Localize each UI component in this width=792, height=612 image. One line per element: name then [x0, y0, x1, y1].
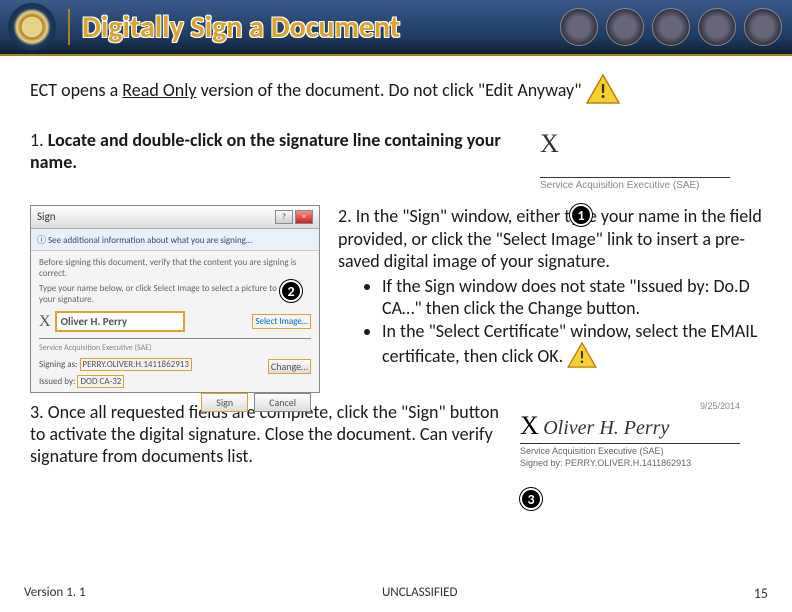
seal-icon	[698, 8, 736, 46]
callout-1: 1	[570, 204, 592, 226]
select-image-link[interactable]: Select Image…	[252, 314, 311, 329]
classification-label: UNCLASSIFIED	[382, 585, 457, 602]
intro-text: ECT opens a Read Only version of the doc…	[30, 74, 762, 109]
slide-content: ECT opens a Read Only version of the doc…	[0, 56, 792, 487]
header-divider	[68, 9, 70, 45]
signature-placeholder: X Service Acquisition Executive (SAE)	[540, 129, 730, 191]
svg-text:!: !	[579, 346, 585, 368]
warning-icon: !	[567, 342, 597, 374]
dialog-titlebar: Sign ? ×	[31, 206, 319, 229]
signature-line	[540, 177, 730, 178]
sign-button[interactable]: Sign	[201, 393, 248, 412]
cert-name: PERRY.OLIVER.H.1411862913	[80, 358, 192, 371]
seal-icon	[606, 8, 644, 46]
footer: Version 1. 1 UNCLASSIFIED 15	[0, 585, 792, 602]
branch-seals	[560, 8, 792, 46]
seal-icon	[744, 8, 782, 46]
svg-text:!: !	[599, 80, 606, 104]
change-button[interactable]: Change…	[268, 359, 311, 374]
page-title: Digitally Sign a Document	[82, 9, 400, 46]
cancel-button[interactable]: Cancel	[254, 393, 311, 412]
step-2-text: 2. In the "Sign" window, either type you…	[338, 205, 762, 393]
callout-2: 2	[280, 280, 302, 302]
dod-seal-icon	[8, 3, 56, 51]
step-2-row: Sign ? × ⓘ See additional information ab…	[30, 205, 762, 393]
step-1-row: 1. Locate and double-click on the signat…	[30, 129, 762, 191]
close-button[interactable]: ×	[295, 210, 313, 224]
signed-signature-block: 9/25/2014 X Oliver H. Perry Service Acqu…	[520, 401, 740, 469]
seal-icon	[560, 8, 598, 46]
header-bar: Digitally Sign a Document	[0, 0, 792, 56]
issuer-name: DOD CA-32	[77, 375, 124, 388]
sign-dialog: Sign ? × ⓘ See additional information ab…	[30, 205, 320, 393]
signature-name-input[interactable]: Oliver H. Perry	[55, 311, 185, 332]
version-label: Version 1. 1	[24, 585, 86, 602]
step-1-text: 1. Locate and double-click on the signat…	[30, 129, 520, 173]
callout-3: 3	[520, 488, 542, 510]
page-number: 15	[754, 585, 768, 602]
warning-icon: !	[586, 74, 620, 109]
dialog-info: ⓘ See additional information about what …	[31, 229, 319, 251]
seal-icon	[652, 8, 690, 46]
help-button[interactable]: ?	[275, 210, 293, 224]
